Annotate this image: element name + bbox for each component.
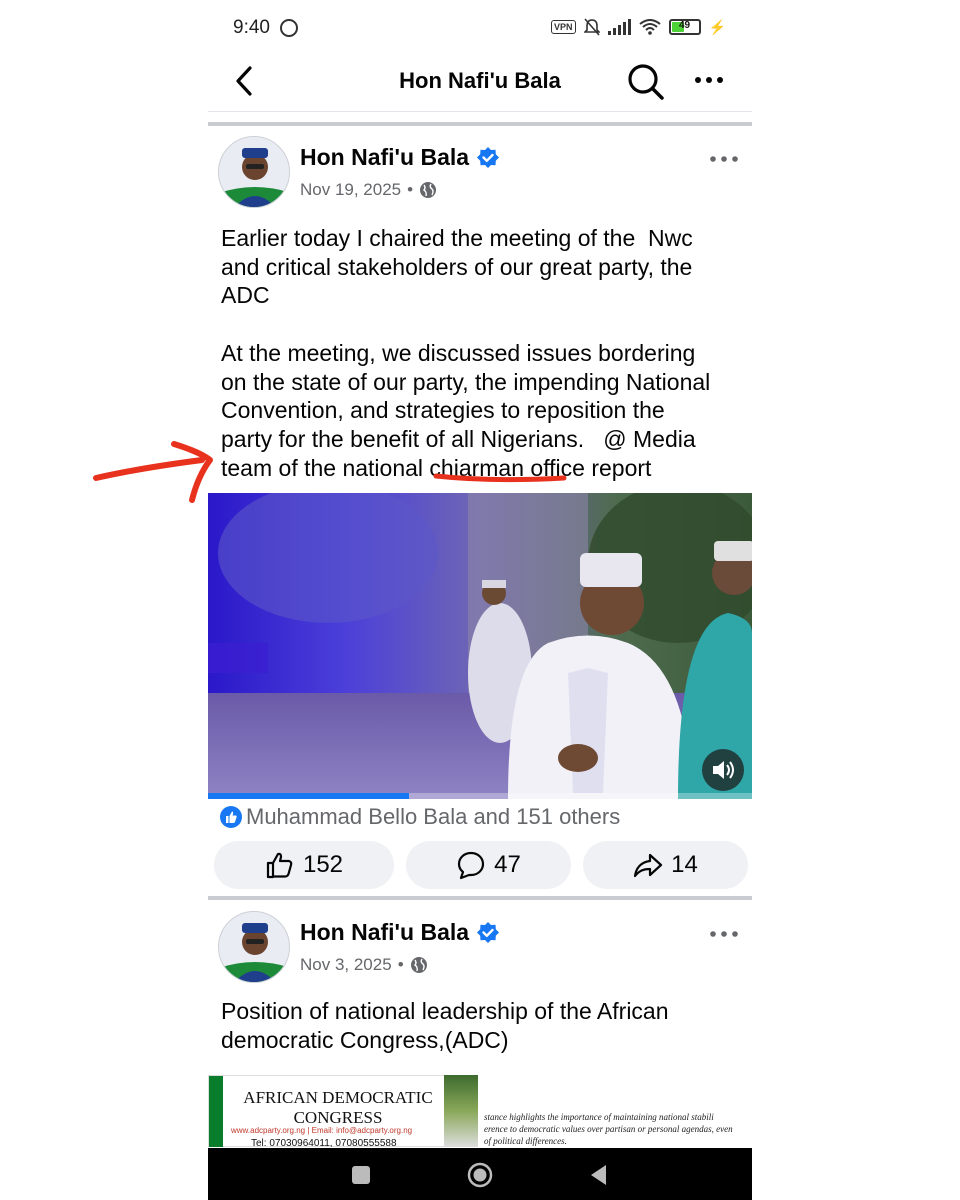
reactions-text: Muhammad Bello Bala and 151 others (246, 804, 621, 829)
date-separator: • (397, 955, 404, 974)
wifi-icon (638, 19, 661, 35)
post-options-icon[interactable] (708, 927, 740, 941)
post-options-icon[interactable] (708, 152, 740, 166)
video-progress-bar[interactable] (208, 793, 410, 799)
annotation-arrow-icon (93, 441, 213, 503)
post-text: Position of national leadership of the A… (221, 998, 669, 1053)
post-header: Hon Nafi'u Bala Nov 19, 2025 • (208, 136, 752, 216)
like-button[interactable]: 152 (214, 841, 394, 889)
letterhead-title: AFRICAN DEMOCRATIC CONGRESS (233, 1088, 443, 1128)
post-divider (208, 896, 752, 900)
date-separator: • (407, 180, 414, 199)
verified-badge-icon (477, 922, 499, 943)
reactions-summary[interactable]: Muhammad Bello Bala and 151 others (220, 804, 620, 830)
annotation-underline (433, 473, 567, 483)
battery-percent: 49 (679, 20, 691, 31)
share-button[interactable]: 14 (583, 841, 748, 889)
letterhead-title-line2: CONGRESS (293, 1108, 383, 1127)
letterhead-body-text: stance highlights the importance of main… (484, 1112, 733, 1146)
avatar-photo (219, 137, 289, 207)
muted-bell-icon (583, 18, 600, 36)
post-author-name[interactable]: Hon Nafi'u Bala (300, 144, 469, 171)
globe-icon (410, 957, 427, 973)
comment-count: 47 (494, 851, 521, 878)
signal-icon (607, 19, 631, 35)
globe-icon (420, 182, 437, 198)
battery-icon: 49 (668, 19, 701, 35)
video-frame (208, 493, 752, 799)
letterhead-title-line1: AFRICAN DEMOCRATIC (243, 1088, 433, 1107)
status-bar: 9:40 VPN 49 ⚡ (208, 0, 752, 56)
app-header: Hon Nafi'u Bala (208, 56, 752, 112)
status-time: 9:40 (233, 17, 270, 38)
share-icon (634, 853, 663, 878)
comment-icon (458, 851, 485, 880)
post-date[interactable]: Nov 3, 2025 (300, 955, 392, 975)
avatar[interactable] (218, 136, 290, 208)
recent-apps-icon[interactable] (348, 1162, 374, 1188)
comment-button[interactable]: 47 (406, 841, 571, 889)
charging-icon: ⚡ (708, 18, 726, 35)
home-icon[interactable] (467, 1162, 493, 1188)
post-header: Hon Nafi'u Bala Nov 3, 2025 • (208, 911, 752, 991)
post-actions: 152 47 14 (214, 841, 748, 889)
search-icon[interactable] (626, 62, 666, 102)
like-reaction-icon (220, 806, 242, 828)
volume-button[interactable] (702, 749, 744, 791)
avatar-photo (219, 912, 289, 982)
post-image[interactable]: AFRICAN DEMOCRATIC CONGRESS www.adcparty… (208, 1075, 752, 1147)
phone-screen: 9:40 VPN 49 ⚡ Hon Nafi'u Bala Hon Nafi'u… (208, 0, 752, 1200)
whatsapp-icon (280, 19, 298, 37)
share-count: 14 (671, 851, 698, 878)
system-nav-bar (208, 1148, 752, 1200)
post-author-name[interactable]: Hon Nafi'u Bala (300, 919, 469, 946)
more-options-icon[interactable] (692, 68, 726, 92)
verified-badge-icon (477, 147, 499, 168)
letterhead-photo (444, 1075, 478, 1147)
post-video[interactable] (208, 493, 752, 799)
like-count: 152 (302, 851, 344, 878)
page-title: Hon Nafi'u Bala (399, 68, 561, 93)
post-date[interactable]: Nov 19, 2025 (300, 180, 401, 200)
thumbs-up-icon (266, 852, 293, 879)
speaker-icon (713, 761, 734, 779)
back-nav-icon[interactable] (586, 1162, 612, 1188)
avatar[interactable] (218, 911, 290, 983)
adc-letterhead: AFRICAN DEMOCRATIC CONGRESS www.adcparty… (208, 1075, 478, 1147)
post-text: Earlier today I chaired the meeting of t… (221, 225, 711, 481)
vpn-icon: VPN (551, 20, 576, 34)
feed-divider (208, 122, 752, 126)
letterhead-contact: www.adcparty.org.ng | Email: info@adcpar… (231, 1126, 413, 1135)
adc-logo-strip (209, 1076, 223, 1147)
letterhead-tel: Tel: 07030964011, 07080555588 (251, 1138, 397, 1147)
